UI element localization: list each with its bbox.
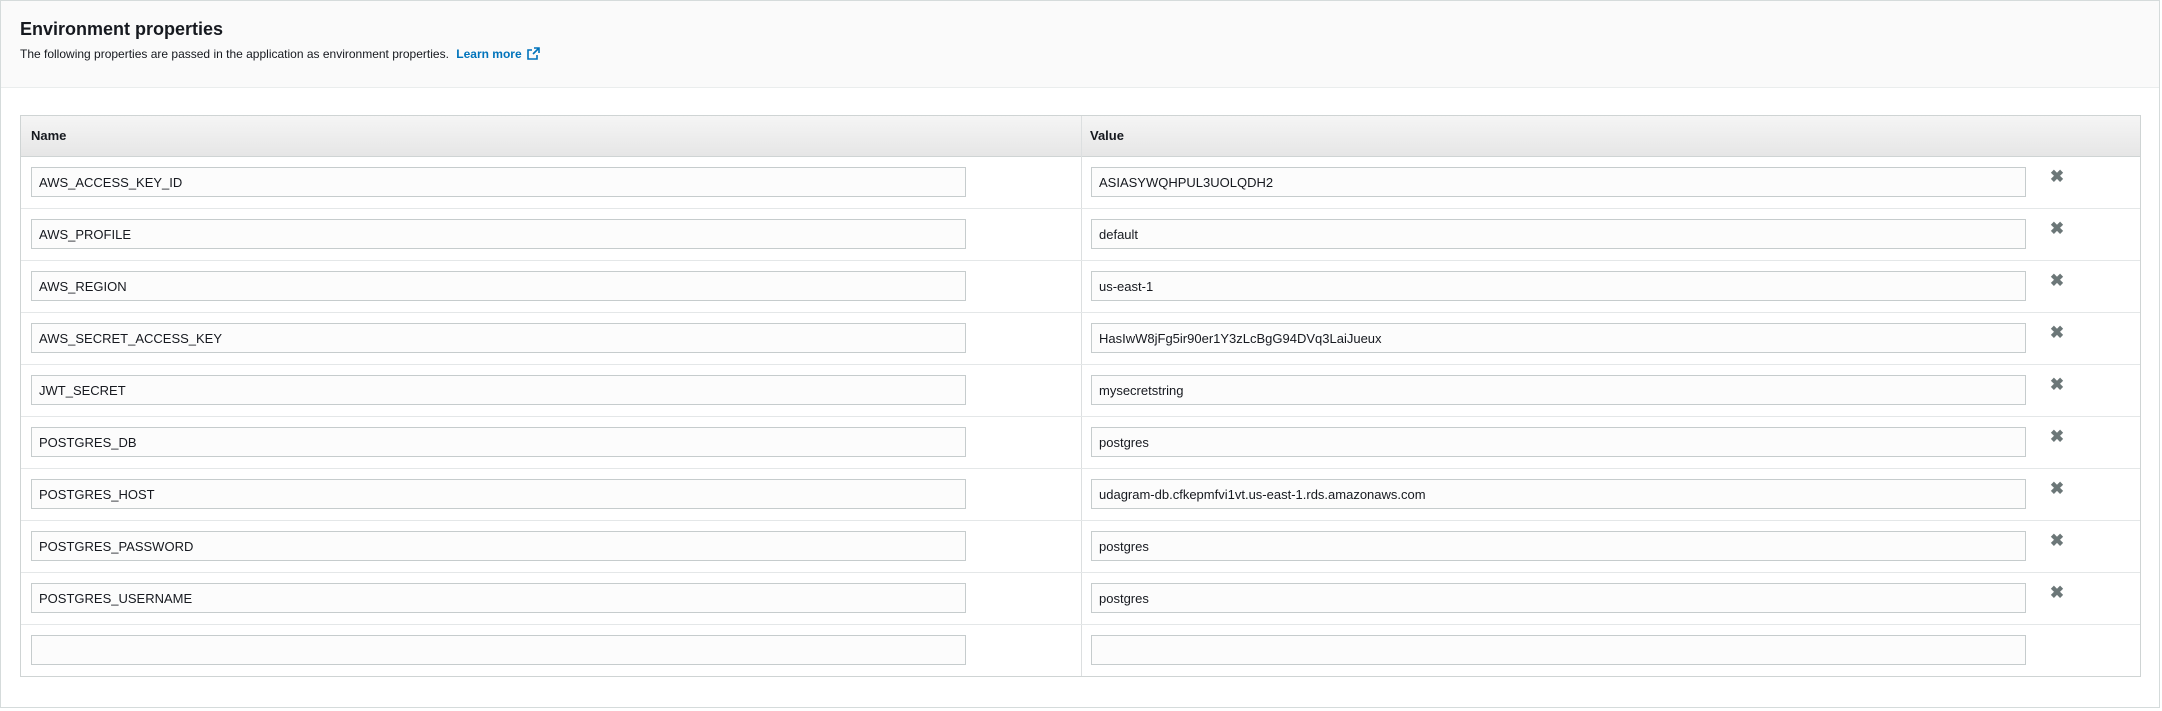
remove-row-icon[interactable]: ✖ xyxy=(2048,220,2066,238)
property-value-input[interactable] xyxy=(1091,375,2026,405)
table-row: ✖ xyxy=(21,208,2140,261)
property-value-input[interactable] xyxy=(1091,323,2026,353)
description-text: The following properties are passed in t… xyxy=(20,47,449,61)
remove-row-icon[interactable]: ✖ xyxy=(2048,272,2066,290)
panel-header: Environment properties The following pro… xyxy=(1,1,2159,88)
property-value-input[interactable] xyxy=(1091,271,2026,301)
property-name-input[interactable] xyxy=(31,323,966,353)
learn-more-label: Learn more xyxy=(456,47,522,61)
env-properties-table: Name Value ✖ ✖ ✖ ✖ ✖ ✖ ✖ ✖ ✖ xyxy=(20,115,2141,677)
table-row: ✖ xyxy=(21,572,2140,625)
remove-row-icon[interactable]: ✖ xyxy=(2048,324,2066,342)
property-name-input[interactable] xyxy=(31,531,966,561)
learn-more-link[interactable]: Learn more xyxy=(456,47,540,61)
property-value-input[interactable] xyxy=(1091,479,2026,509)
property-value-input[interactable] xyxy=(1091,167,2026,197)
remove-row-icon[interactable]: ✖ xyxy=(2048,428,2066,446)
table-row: ✖ xyxy=(21,416,2140,469)
column-header-name: Name xyxy=(31,128,67,143)
property-value-input[interactable] xyxy=(1091,427,2026,457)
section-description: The following properties are passed in t… xyxy=(20,47,540,61)
remove-row-icon[interactable]: ✖ xyxy=(2048,532,2066,550)
remove-row-icon[interactable]: ✖ xyxy=(2048,480,2066,498)
remove-row-icon[interactable]: ✖ xyxy=(2048,584,2066,602)
external-link-icon xyxy=(526,47,540,60)
property-name-input[interactable] xyxy=(31,219,966,249)
table-row xyxy=(21,624,2140,676)
table-row: ✖ xyxy=(21,520,2140,573)
table-row: ✖ xyxy=(21,468,2140,521)
property-value-input[interactable] xyxy=(1091,531,2026,561)
table-row: ✖ xyxy=(21,364,2140,417)
environment-properties-panel: Environment properties The following pro… xyxy=(0,0,2160,708)
property-name-input[interactable] xyxy=(31,167,966,197)
property-name-input[interactable] xyxy=(31,427,966,457)
property-name-input[interactable] xyxy=(31,583,966,613)
property-value-input[interactable] xyxy=(1091,583,2026,613)
property-value-input[interactable] xyxy=(1091,635,2026,665)
table-row: ✖ xyxy=(21,260,2140,313)
table-row: ✖ xyxy=(21,312,2140,365)
property-value-input[interactable] xyxy=(1091,219,2026,249)
remove-row-icon[interactable]: ✖ xyxy=(2048,376,2066,394)
property-name-input[interactable] xyxy=(31,375,966,405)
remove-row-icon[interactable]: ✖ xyxy=(2048,168,2066,186)
property-name-input[interactable] xyxy=(31,635,966,665)
property-name-input[interactable] xyxy=(31,479,966,509)
section-title: Environment properties xyxy=(20,19,224,39)
property-name-input[interactable] xyxy=(31,271,966,301)
column-header-value: Value xyxy=(1090,128,1124,143)
table-row: ✖ xyxy=(21,156,2140,209)
